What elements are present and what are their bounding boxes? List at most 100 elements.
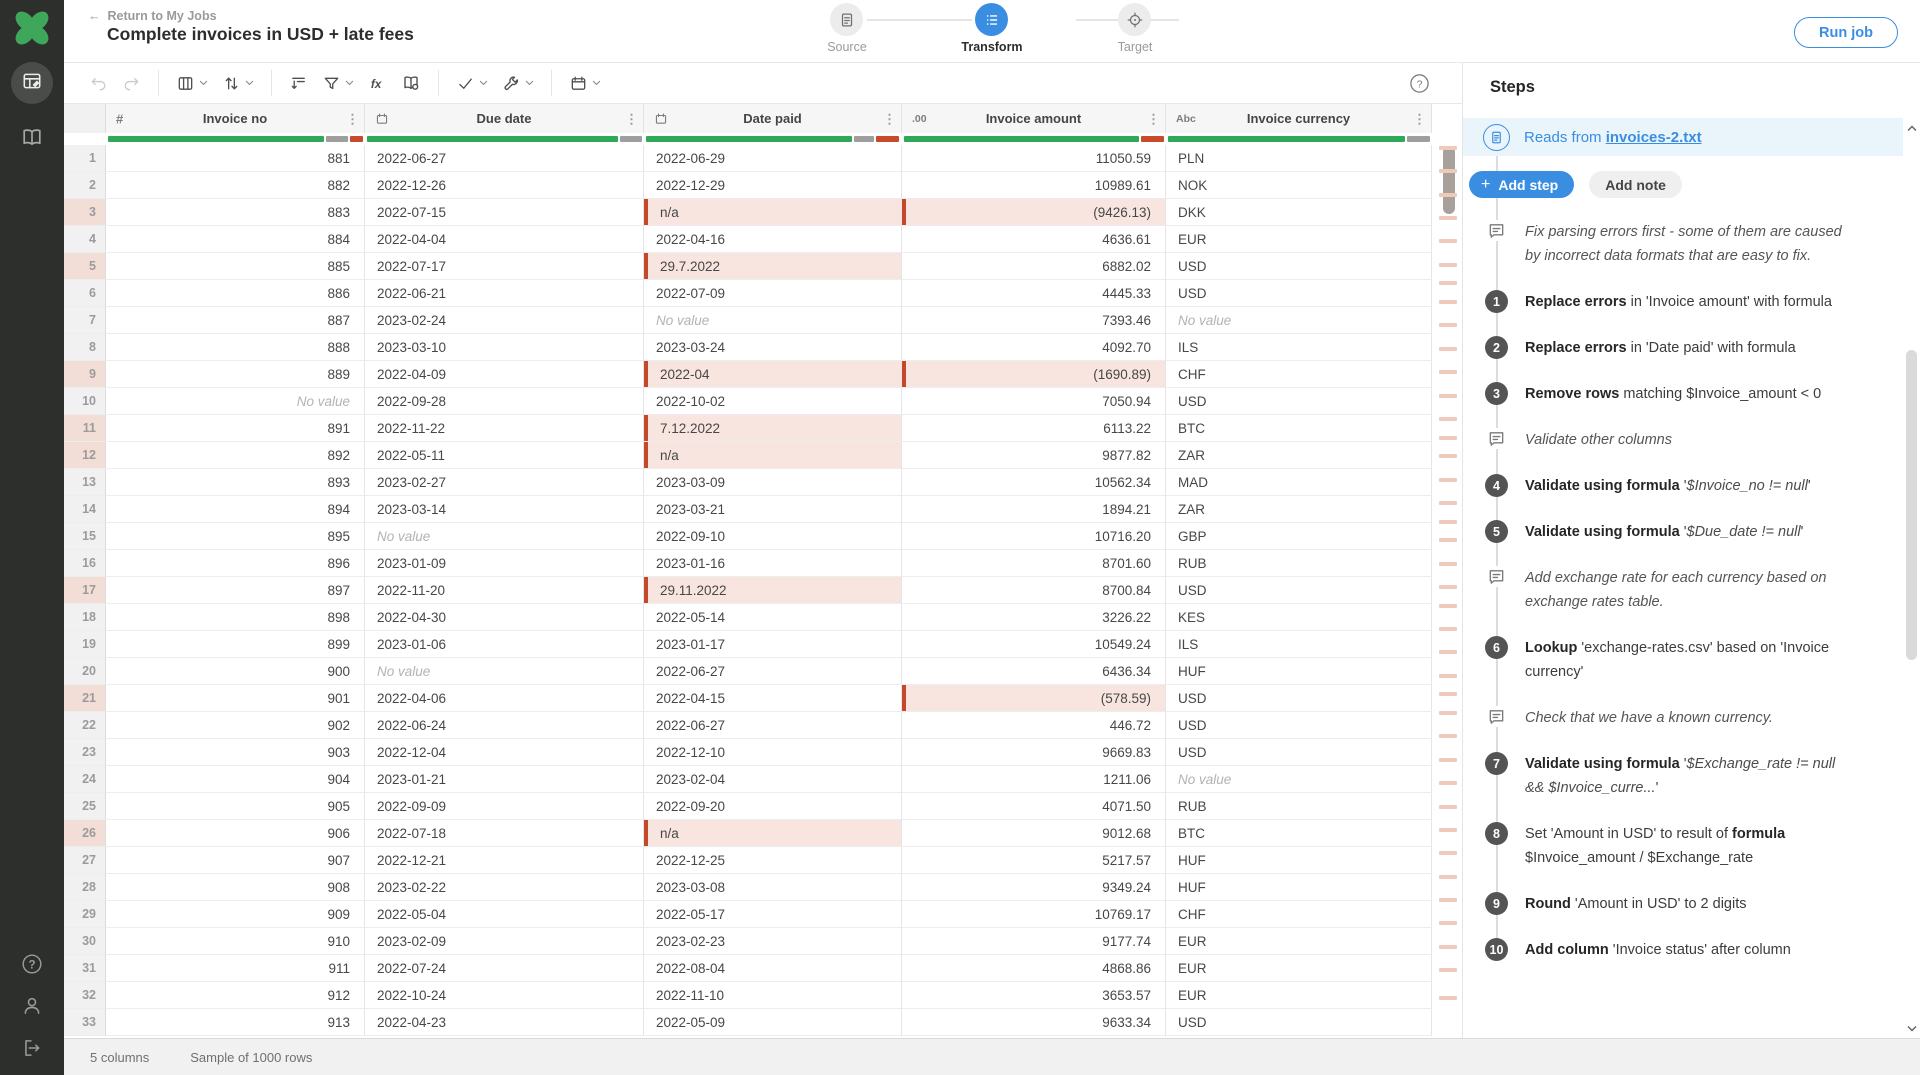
cell-invoice-currency[interactable]: EUR: [1166, 982, 1432, 1009]
cell-date-paid[interactable]: 29.11.2022: [644, 577, 902, 604]
column-menu-icon[interactable]: ⋮: [883, 112, 896, 125]
row-number[interactable]: 6: [64, 280, 106, 307]
cell-invoice-currency[interactable]: KES: [1166, 604, 1432, 631]
cell-invoice-amount[interactable]: 9633.34: [902, 1009, 1166, 1036]
source-step-item[interactable]: Reads from invoices-2.txt: [1463, 118, 1903, 156]
stepper-source[interactable]: [830, 3, 863, 36]
cell-invoice-amount[interactable]: 9012.68: [902, 820, 1166, 847]
stepper-label-target[interactable]: Target: [1075, 40, 1195, 54]
row-number[interactable]: 12: [64, 442, 106, 469]
row-number[interactable]: 1: [64, 145, 106, 172]
cell-invoice-amount[interactable]: 10989.61: [902, 172, 1166, 199]
row-number[interactable]: 10: [64, 388, 106, 415]
step-item-5[interactable]: 5Validate using formula '$Due_date != nu…: [1463, 520, 1903, 544]
cell-invoice-no[interactable]: 885: [106, 253, 365, 280]
cell-date-paid[interactable]: 2022-05-14: [644, 604, 902, 631]
cell-invoice-no[interactable]: 882: [106, 172, 365, 199]
cell-invoice-no[interactable]: 903: [106, 739, 365, 766]
cell-invoice-amount[interactable]: 10562.34: [902, 469, 1166, 496]
cell-date-paid[interactable]: No value: [644, 307, 902, 334]
cell-invoice-no[interactable]: 912: [106, 982, 365, 1009]
cell-invoice-amount[interactable]: 7050.94: [902, 388, 1166, 415]
cell-invoice-currency[interactable]: USD: [1166, 280, 1432, 307]
cell-invoice-no[interactable]: 888: [106, 334, 365, 361]
cell-date-paid[interactable]: 2022-06-27: [644, 658, 902, 685]
cell-invoice-amount[interactable]: 9349.24: [902, 874, 1166, 901]
column-menu-icon[interactable]: ⋮: [625, 112, 638, 125]
cell-invoice-currency[interactable]: USD: [1166, 1009, 1432, 1036]
cell-date-paid[interactable]: 2022-06-29: [644, 145, 902, 172]
back-link[interactable]: ← Return to My Jobs: [88, 9, 217, 23]
cell-invoice-amount[interactable]: 6113.22: [902, 415, 1166, 442]
cell-date-paid[interactable]: 2022-04-15: [644, 685, 902, 712]
column-header-invoice-currency[interactable]: AbcInvoice currency⋮: [1166, 104, 1432, 133]
cell-date-paid[interactable]: 2022-12-29: [644, 172, 902, 199]
undo-button[interactable]: [82, 72, 115, 95]
cell-invoice-amount[interactable]: (9426.13): [902, 199, 1166, 226]
cell-invoice-currency[interactable]: USD: [1166, 712, 1432, 739]
sort-button[interactable]: [215, 72, 261, 95]
cell-invoice-amount[interactable]: 9669.83: [902, 739, 1166, 766]
cell-invoice-amount[interactable]: 5217.57: [902, 847, 1166, 874]
row-number[interactable]: 31: [64, 955, 106, 982]
cell-due-date[interactable]: 2022-06-27: [365, 145, 644, 172]
stepper-label-transform[interactable]: Transform: [932, 40, 1052, 54]
cell-invoice-currency[interactable]: ILS: [1166, 631, 1432, 658]
cell-due-date[interactable]: 2022-04-23: [365, 1009, 644, 1036]
cell-invoice-no[interactable]: 881: [106, 145, 365, 172]
cell-invoice-amount[interactable]: (578.59): [902, 685, 1166, 712]
scroll-down-icon[interactable]: [1904, 1020, 1919, 1036]
cell-date-paid[interactable]: 2022-04-16: [644, 226, 902, 253]
cell-invoice-no[interactable]: 906: [106, 820, 365, 847]
cell-invoice-amount[interactable]: 9177.74: [902, 928, 1166, 955]
cell-invoice-currency[interactable]: No value: [1166, 766, 1432, 793]
cell-due-date[interactable]: 2022-11-22: [365, 415, 644, 442]
cell-invoice-currency[interactable]: CHF: [1166, 901, 1432, 928]
cell-date-paid[interactable]: 2022-09-10: [644, 523, 902, 550]
cell-invoice-amount[interactable]: 10549.24: [902, 631, 1166, 658]
step-item-4[interactable]: 4Validate using formula '$Invoice_no != …: [1463, 474, 1903, 498]
cell-invoice-currency[interactable]: No value: [1166, 307, 1432, 334]
add-step-button[interactable]: + Add step: [1469, 171, 1574, 198]
cell-date-paid[interactable]: 2022-06-27: [644, 712, 902, 739]
row-number[interactable]: 14: [64, 496, 106, 523]
cell-invoice-currency[interactable]: ZAR: [1166, 442, 1432, 469]
step-item-9[interactable]: 9Round 'Amount in USD' to 2 digits: [1463, 892, 1903, 916]
cell-invoice-no[interactable]: No value: [106, 388, 365, 415]
step-item-3[interactable]: 3Remove rows matching $Invoice_amount < …: [1463, 382, 1903, 406]
cell-invoice-no[interactable]: 892: [106, 442, 365, 469]
cell-due-date[interactable]: 2023-02-09: [365, 928, 644, 955]
cell-invoice-currency[interactable]: ZAR: [1166, 496, 1432, 523]
row-number[interactable]: 32: [64, 982, 106, 1009]
cell-date-paid[interactable]: 2023-01-16: [644, 550, 902, 577]
row-number[interactable]: 17: [64, 577, 106, 604]
column-header-date-paid[interactable]: Date paid⋮: [644, 104, 902, 133]
cell-invoice-amount[interactable]: 4636.61: [902, 226, 1166, 253]
cell-date-paid[interactable]: 2023-03-21: [644, 496, 902, 523]
cell-invoice-amount[interactable]: 4092.70: [902, 334, 1166, 361]
cell-invoice-no[interactable]: 896: [106, 550, 365, 577]
step-item-7[interactable]: 7Validate using formula '$Exchange_rate …: [1463, 752, 1903, 800]
cell-invoice-no[interactable]: 898: [106, 604, 365, 631]
stepper-transform[interactable]: [975, 3, 1008, 36]
cell-invoice-amount[interactable]: 10769.17: [902, 901, 1166, 928]
app-logo-icon[interactable]: [12, 8, 52, 48]
cell-invoice-currency[interactable]: MAD: [1166, 469, 1432, 496]
cell-invoice-currency[interactable]: USD: [1166, 577, 1432, 604]
cell-due-date[interactable]: 2022-11-20: [365, 577, 644, 604]
column-menu-icon[interactable]: ⋮: [346, 112, 359, 125]
cell-date-paid[interactable]: 2022-05-17: [644, 901, 902, 928]
steps-scrollbar-thumb[interactable]: [1906, 350, 1917, 660]
row-number[interactable]: 15: [64, 523, 106, 550]
cell-date-paid[interactable]: 2022-08-04: [644, 955, 902, 982]
run-job-button[interactable]: Run job: [1794, 17, 1898, 48]
redo-button[interactable]: [115, 72, 148, 95]
column-header-invoice-no[interactable]: #Invoice no⋮: [106, 104, 365, 133]
cell-invoice-currency[interactable]: EUR: [1166, 955, 1432, 982]
cell-invoice-amount[interactable]: 11050.59: [902, 145, 1166, 172]
cell-due-date[interactable]: 2023-02-27: [365, 469, 644, 496]
cell-invoice-amount[interactable]: 8701.60: [902, 550, 1166, 577]
row-number[interactable]: 20: [64, 658, 106, 685]
cell-invoice-no[interactable]: 900: [106, 658, 365, 685]
cell-invoice-no[interactable]: 893: [106, 469, 365, 496]
